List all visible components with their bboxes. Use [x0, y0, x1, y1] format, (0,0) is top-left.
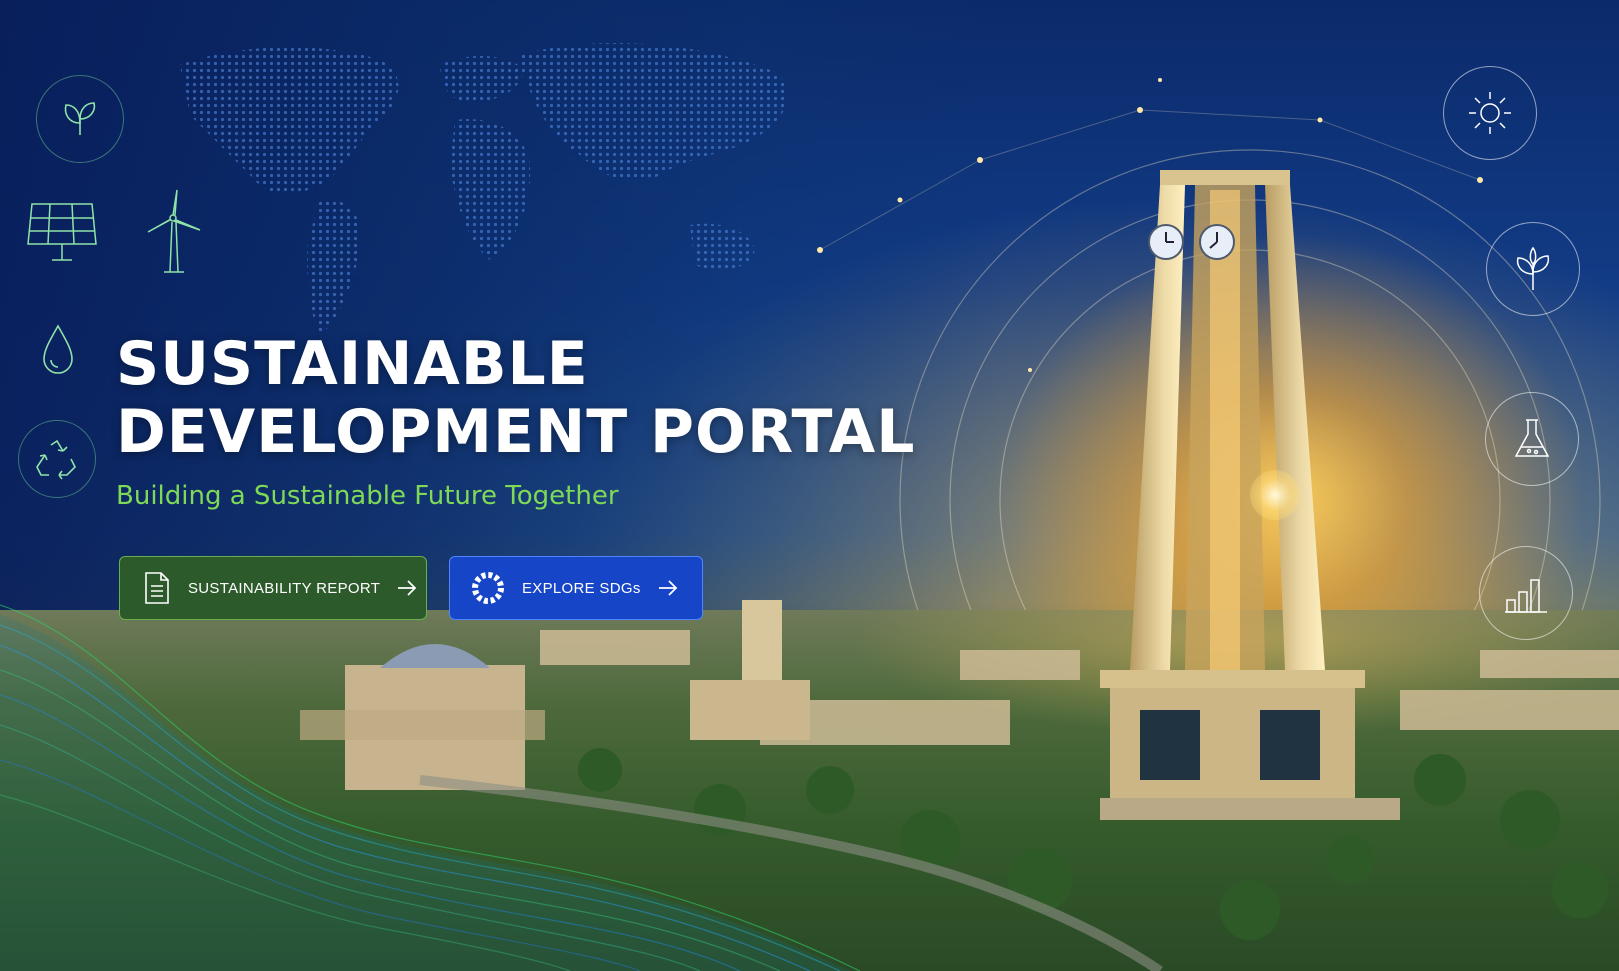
- title-line-2: DEVELOPMENT PORTAL: [116, 397, 916, 467]
- document-icon: [142, 571, 172, 605]
- flask-icon: [1485, 392, 1579, 486]
- sun-icon: [1443, 66, 1537, 160]
- world-map-graphic: [180, 43, 789, 335]
- wind-turbine-icon: [140, 188, 206, 274]
- wave-lines-graphic: [0, 604, 860, 971]
- plant-icon: [1486, 222, 1580, 316]
- arrow-right-icon: [396, 579, 418, 597]
- explore-sdgs-button[interactable]: EXPLORE SDGs: [449, 556, 703, 620]
- water-drop-icon: [38, 322, 78, 378]
- explore-sdgs-label: EXPLORE SDGs: [522, 579, 641, 597]
- tagline: Building a Sustainable Future Together: [116, 481, 619, 511]
- sustainability-report-button[interactable]: SUSTAINABILITY REPORT: [119, 556, 427, 620]
- sun-glow: [1250, 470, 1300, 520]
- recycle-icon: [18, 420, 96, 498]
- hero-banner: SUSTAINABLE DEVELOPMENT PORTAL Building …: [0, 0, 1619, 971]
- solar-panel-icon: [24, 200, 100, 266]
- bar-chart-icon: [1479, 546, 1573, 640]
- arrow-right-icon: [657, 579, 679, 597]
- leaf-icon: [36, 75, 124, 163]
- sustainability-report-label: SUSTAINABILITY REPORT: [188, 579, 381, 597]
- page-title: SUSTAINABLE DEVELOPMENT PORTAL: [116, 330, 915, 466]
- sdg-wheel-icon: [470, 570, 506, 606]
- title-line-1: SUSTAINABLE: [116, 329, 589, 399]
